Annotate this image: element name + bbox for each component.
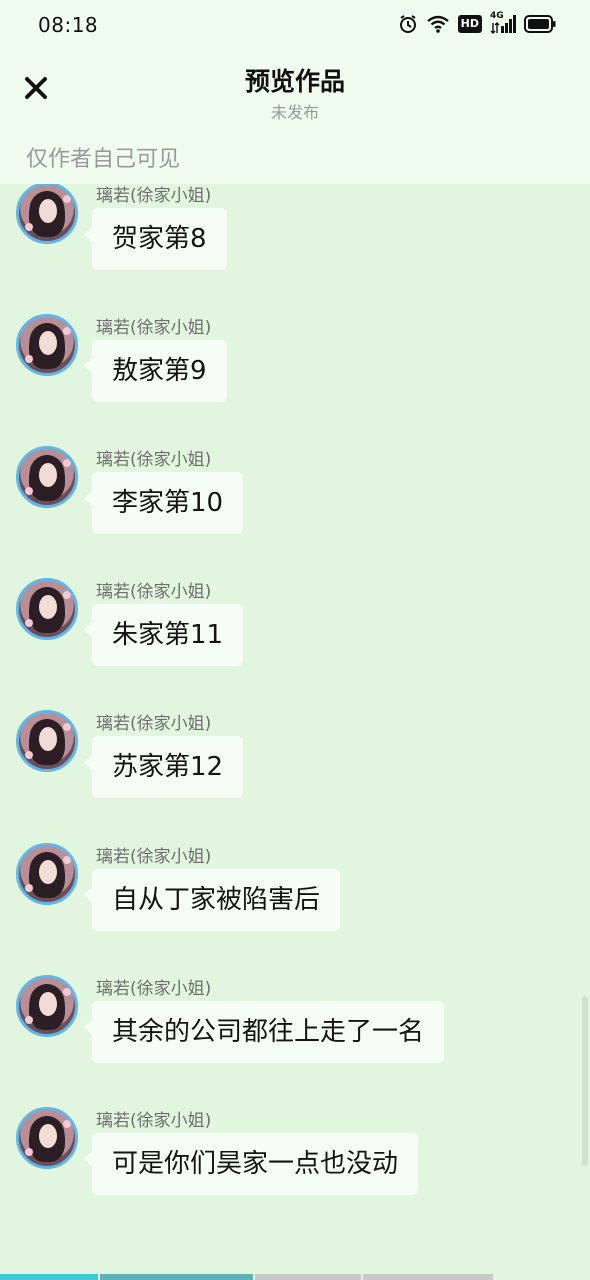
chat-message: 璃若(徐家小姐) 李家第10 — [0, 446, 590, 556]
message-bubble[interactable]: 李家第10 — [83, 472, 244, 534]
sender-name: 璃若(徐家小姐) — [96, 186, 212, 206]
visibility-note: 仅作者自己可见 — [26, 147, 181, 172]
message-bubble[interactable]: 其余的公司都往上走了一名 — [83, 1001, 445, 1063]
chat-message: 璃若(徐家小姐) 其余的公司都往上走了一名 — [0, 975, 590, 1085]
avatar[interactable] — [16, 446, 78, 508]
avatar[interactable] — [16, 1107, 78, 1169]
status-time: 08:18 — [38, 13, 99, 37]
avatar[interactable] — [16, 184, 78, 244]
scrollbar[interactable] — [582, 996, 588, 1166]
network-label: 4G — [490, 11, 504, 21]
chat-message: 璃若(徐家小姐) 可是你们昊家一点也没动 — [0, 1107, 590, 1217]
progress-segment — [363, 1274, 493, 1280]
page-title: 预览作品 — [244, 67, 345, 96]
close-button[interactable] — [18, 72, 54, 108]
avatar[interactable] — [16, 314, 78, 376]
sender-name: 璃若(徐家小姐) — [96, 450, 212, 470]
avatar[interactable] — [16, 975, 78, 1037]
chat-message: 璃若(徐家小姐) 贺家第8 — [0, 184, 590, 292]
sender-name: 璃若(徐家小姐) — [96, 1111, 212, 1131]
sender-name: 璃若(徐家小姐) — [96, 714, 212, 734]
chat-message: 璃若(徐家小姐) 苏家第12 — [0, 710, 590, 820]
message-bubble[interactable]: 贺家第8 — [84, 208, 227, 270]
message-bubble[interactable]: 敖家第9 — [84, 340, 227, 402]
sender-name: 璃若(徐家小姐) — [96, 979, 212, 999]
chat-message: 璃若(徐家小姐) 自从丁家被陷害后 — [0, 843, 590, 953]
chat-message: 璃若(徐家小姐) 敖家第9 — [0, 314, 590, 424]
header: 预览作品 未发布 仅作者自己可见 — [0, 52, 590, 184]
progress-segment — [255, 1274, 361, 1280]
status-bar: 08:18 HD 4G — [0, 0, 590, 52]
alarm-icon — [398, 14, 418, 34]
progress-segment — [0, 1274, 98, 1280]
message-bubble[interactable]: 苏家第12 — [83, 736, 244, 798]
close-icon — [24, 76, 48, 104]
message-bubble[interactable]: 可是你们昊家一点也没动 — [83, 1133, 419, 1195]
avatar[interactable] — [16, 710, 78, 772]
chat-message: 璃若(徐家小姐) 朱家第11 — [0, 578, 590, 688]
message-bubble[interactable]: 朱家第11 — [83, 604, 244, 666]
battery-icon — [524, 15, 556, 33]
signal-4g-icon: 4G — [490, 11, 516, 34]
sender-name: 璃若(徐家小姐) — [96, 318, 212, 338]
sender-name: 璃若(徐家小姐) — [96, 847, 212, 867]
message-bubble[interactable]: 自从丁家被陷害后 — [83, 869, 341, 931]
wifi-icon — [426, 14, 450, 34]
hd-icon: HD — [457, 15, 482, 33]
reading-progress-bar — [0, 1274, 590, 1280]
sender-name: 璃若(徐家小姐) — [96, 582, 212, 602]
chat-area[interactable]: 璃若(徐家小姐) 贺家第8 璃若(徐家小姐) 敖家第9 璃若(徐家小姐) 李家第… — [0, 184, 590, 1274]
publish-status: 未发布 — [270, 103, 319, 122]
avatar[interactable] — [16, 578, 78, 640]
status-icons: HD 4G — [398, 11, 556, 34]
avatar[interactable] — [16, 843, 78, 905]
progress-segment — [100, 1274, 253, 1280]
